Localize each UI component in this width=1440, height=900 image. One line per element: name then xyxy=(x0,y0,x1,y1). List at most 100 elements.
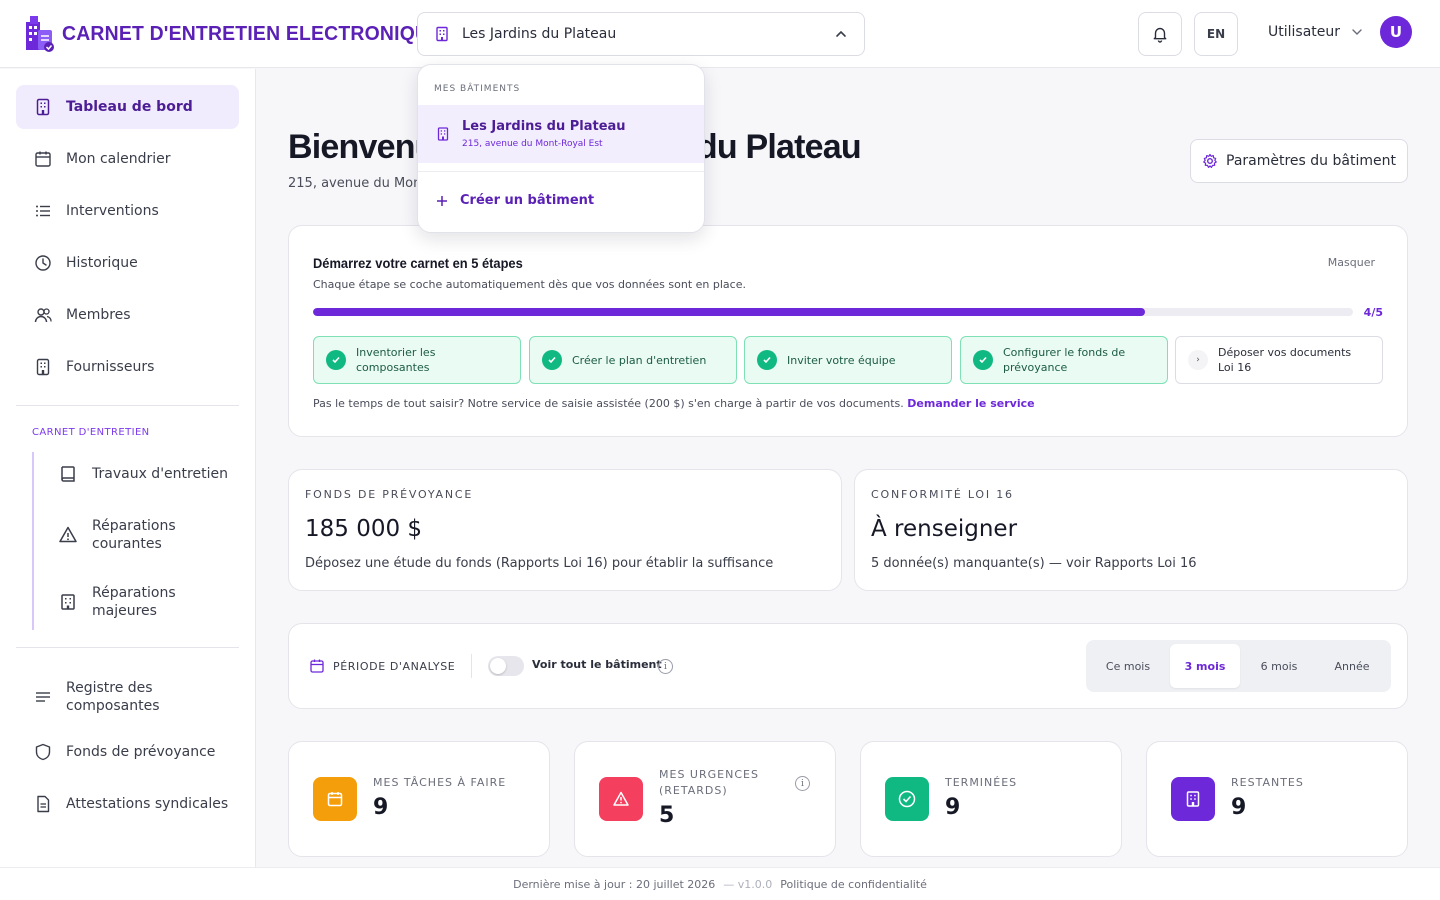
dropdown-building-item[interactable]: Les Jardins du Plateau 215, avenue du Mo… xyxy=(418,105,704,163)
onboarding-step-label: Inviter votre équipe xyxy=(787,353,896,367)
check-circle-icon xyxy=(885,777,929,821)
onboarding-step-label: Créer le plan d'entretien xyxy=(572,353,707,367)
warning-icon xyxy=(59,526,77,543)
analysis-period-text: PÉRIODE D'ANALYSE xyxy=(333,659,456,673)
sidebar-item-calendar[interactable]: Mon calendrier xyxy=(16,137,239,181)
progress-fill xyxy=(313,308,1145,316)
sidebar-item-label: Membres xyxy=(66,307,131,323)
view-all-building-label: Voir tout le bâtiment xyxy=(532,658,662,671)
plus-icon xyxy=(437,195,447,206)
user-menu[interactable]: Utilisateur U xyxy=(1268,16,1413,48)
stat-value: 5 xyxy=(659,803,675,828)
building-icon xyxy=(36,98,50,116)
info-icon[interactable]: i xyxy=(658,659,673,674)
brand-logo-icon xyxy=(26,16,54,52)
gear-icon xyxy=(1203,153,1217,168)
privacy-policy-link[interactable]: Politique de confidentialité xyxy=(780,878,927,891)
sidebar-item-label: Fournisseurs xyxy=(66,359,155,375)
calendar-icon xyxy=(310,659,324,673)
check-icon xyxy=(973,350,993,370)
create-building-button[interactable]: Créer un bâtiment xyxy=(436,193,594,208)
period-option-6-months[interactable]: 6 mois xyxy=(1244,644,1314,688)
sidebar-item-dashboard[interactable]: Tableau de bord xyxy=(16,85,239,129)
period-option-3-months[interactable]: 3 mois xyxy=(1170,644,1240,688)
sidebar-item-label: Travaux d'entretien xyxy=(92,466,228,482)
kpi-label: FONDS DE PRÉVOYANCE xyxy=(305,488,474,501)
toggle-knob xyxy=(490,658,506,674)
dropdown-building-name: Les Jardins du Plateau xyxy=(462,119,626,134)
onboarding-step-label: Configurer le fonds de prévoyance xyxy=(1003,346,1126,374)
building-dropdown-menu: MES BÂTIMENTS Les Jardins du Plateau 215… xyxy=(417,64,705,233)
chevron-right-icon: › xyxy=(1188,350,1208,370)
notifications-button[interactable] xyxy=(1138,12,1182,56)
sidebar-item-members[interactable]: Membres xyxy=(16,293,239,337)
brand[interactable]: CARNET D'ENTRETIEN ELECTRONIQUE xyxy=(22,14,454,54)
sidebar-item-label: Interventions xyxy=(66,203,159,219)
onboarding-step[interactable]: Inviter votre équipe xyxy=(744,336,952,384)
stat-card-remaining[interactable]: RESTANTES 9 xyxy=(1146,741,1408,857)
dropdown-divider xyxy=(418,171,704,172)
stat-value: 9 xyxy=(1231,795,1247,820)
sidebar-item-attestations[interactable]: Attestations syndicales xyxy=(16,782,239,826)
building-settings-label: Paramètres du bâtiment xyxy=(1226,153,1396,169)
page-footer: Dernière mise à jour : 20 juillet 2026 —… xyxy=(0,867,1440,900)
onboarding-progress-bar xyxy=(313,308,1353,316)
kpi-value: 185 000 $ xyxy=(305,516,423,542)
bell-icon xyxy=(1153,27,1167,43)
period-option-year[interactable]: Année xyxy=(1318,644,1386,688)
calendar-icon xyxy=(313,777,357,821)
hide-onboarding-button[interactable]: Masquer xyxy=(1328,256,1375,269)
stat-card-completed[interactable]: TERMINÉES 9 xyxy=(860,741,1122,857)
onboarding-step[interactable]: Configurer le fonds de prévoyance xyxy=(960,336,1168,384)
sidebar-divider xyxy=(16,405,239,406)
users-icon xyxy=(34,308,52,323)
analysis-period-card: PÉRIODE D'ANALYSE Voir tout le bâtiment … xyxy=(288,623,1408,709)
sidebar-item-reserve-fund[interactable]: Fonds de prévoyance xyxy=(16,730,239,774)
sidebar-item-components-registry[interactable]: Registre des composantes xyxy=(16,672,239,722)
building-selector[interactable]: Les Jardins du Plateau xyxy=(417,12,865,56)
stat-label: RESTANTES xyxy=(1231,776,1304,789)
onboarding-step[interactable]: Inventorier les composantes xyxy=(313,336,521,384)
dropdown-building-address: 215, avenue du Mont-Royal Est xyxy=(462,139,603,149)
onboarding-step[interactable]: Créer le plan d'entretien xyxy=(529,336,737,384)
avatar[interactable]: U xyxy=(1380,16,1413,48)
sidebar-item-suppliers[interactable]: Fournisseurs xyxy=(16,345,239,389)
sidebar-item-history[interactable]: Historique xyxy=(16,241,239,285)
sidebar-item-interventions[interactable]: Interventions xyxy=(16,189,239,233)
kpi-card-compliance: CONFORMITÉ LOI 16 À renseigner 5 donnée(… xyxy=(854,469,1408,591)
building-icon xyxy=(61,594,75,610)
analysis-period-label: PÉRIODE D'ANALYSE xyxy=(309,658,455,674)
onboarding-step-label: Déposer vos documents Loi 16 xyxy=(1218,346,1352,374)
sidebar-item-maintenance-work[interactable]: Travaux d'entretien xyxy=(58,464,228,484)
request-service-link[interactable]: Demander le service xyxy=(907,397,1034,410)
stat-card-my-urgencies[interactable]: MES URGENCES (RETARDS) 5 i xyxy=(574,741,836,857)
sidebar-item-major-repairs[interactable]: Réparations majeures xyxy=(58,584,178,620)
sidebar-item-label: Attestations syndicales xyxy=(66,796,229,812)
lines-icon xyxy=(36,692,50,702)
period-option-this-month[interactable]: Ce mois xyxy=(1090,644,1166,688)
calendar-icon xyxy=(35,151,51,167)
period-segmented-control: Ce mois 3 mois 6 mois Année xyxy=(1086,640,1391,692)
sidebar: Tableau de bord Mon calendrier Intervent… xyxy=(0,69,256,867)
app-header: CARNET D'ENTRETIEN ELECTRONIQUE Les Jard… xyxy=(0,0,1440,68)
kpi-label: CONFORMITÉ LOI 16 xyxy=(871,488,1014,501)
building-icon xyxy=(1171,777,1215,821)
chevron-up-icon xyxy=(836,30,846,37)
kpi-value: À renseigner xyxy=(871,516,1018,542)
language-button[interactable]: EN xyxy=(1194,12,1238,56)
info-icon[interactable]: i xyxy=(795,776,810,791)
sidebar-item-label: Tableau de bord xyxy=(66,99,193,115)
view-all-building-toggle[interactable] xyxy=(488,656,524,676)
sidebar-item-label: Réparations courantes xyxy=(92,518,176,552)
onboarding-title: Démarrez votre carnet en 5 étapes xyxy=(313,255,523,271)
onboarding-step[interactable]: › Déposer vos documents Loi 16 xyxy=(1175,336,1383,384)
stat-card-my-tasks[interactable]: MES TÂCHES À FAIRE 9 xyxy=(288,741,550,857)
last-updated: Dernière mise à jour : 20 juillet 2026 xyxy=(513,877,716,891)
sidebar-item-label: Historique xyxy=(66,255,138,271)
user-name: Utilisateur xyxy=(1268,24,1341,40)
building-settings-button[interactable]: Paramètres du bâtiment xyxy=(1190,139,1408,183)
onboarding-footer: Pas le temps de tout saisir? Notre servi… xyxy=(313,397,1035,410)
check-icon xyxy=(542,350,562,370)
sidebar-item-current-repairs[interactable]: Réparations courantes xyxy=(58,517,178,553)
shield-icon xyxy=(35,743,51,761)
